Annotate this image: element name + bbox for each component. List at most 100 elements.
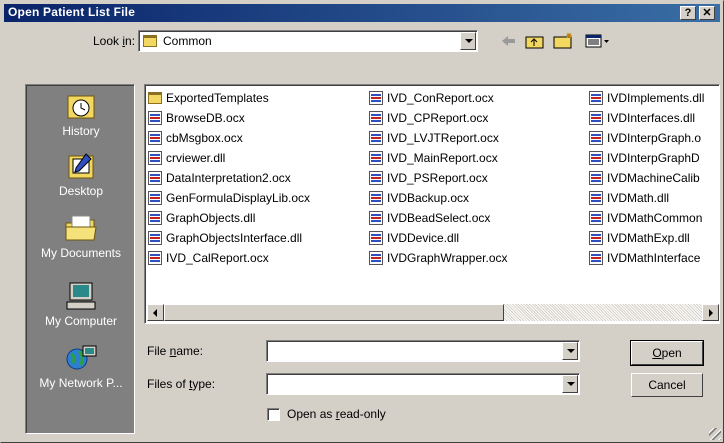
place-desktop[interactable]: Desktop (26, 151, 136, 198)
lookin-label: Look in: (93, 34, 136, 48)
list-item[interactable]: IVDDevice.dll (369, 228, 508, 248)
places-bar: History Desktop My Documents My Computer… (25, 84, 135, 434)
file-icon (589, 251, 603, 265)
list-item[interactable]: IVD_PSReport.ocx (369, 168, 508, 188)
file-icon (589, 131, 603, 145)
file-icon (369, 151, 383, 165)
cancel-button[interactable]: Cancel (631, 373, 703, 397)
file-icon (148, 251, 162, 265)
place-history-label: History (62, 124, 100, 138)
desktop-icon (64, 151, 98, 181)
list-item[interactable]: IVDMath.dll (589, 188, 717, 208)
horizontal-scrollbar[interactable] (147, 304, 719, 321)
list-item[interactable]: cbMsgbox.ocx (148, 128, 310, 148)
new-folder-icon[interactable] (553, 32, 575, 49)
file-icon (369, 111, 383, 125)
file-icon (369, 231, 383, 245)
file-icon (369, 251, 383, 265)
open-button[interactable]: Open (630, 340, 704, 366)
file-icon (148, 151, 162, 165)
place-my-computer[interactable]: My Computer (26, 281, 136, 328)
open-file-dialog: Open Patient List File ? ✕ Look in: Comm… (0, 0, 724, 443)
place-my-documents[interactable]: My Documents (26, 213, 136, 260)
lookin-value: Common (163, 34, 212, 48)
file-icon (589, 111, 603, 125)
file-icon (148, 211, 162, 225)
history-icon (64, 91, 98, 121)
list-item[interactable]: IVDGraphWrapper.ocx (369, 248, 508, 268)
list-item[interactable]: BrowseDB.ocx (148, 108, 310, 128)
list-item[interactable]: IVD_LVJTReport.ocx (369, 128, 508, 148)
help-button[interactable]: ? (680, 6, 696, 20)
place-my-documents-label: My Documents (40, 246, 122, 260)
list-item[interactable]: IVDBeadSelect.ocx (369, 208, 508, 228)
filename-combo[interactable] (266, 340, 580, 362)
file-icon (369, 91, 383, 105)
filetype-combo[interactable] (266, 373, 580, 395)
file-icon (369, 171, 383, 185)
list-item[interactable]: GraphObjectsInterface.dll (148, 228, 310, 248)
back-arrow-icon[interactable] (499, 33, 517, 49)
file-icon (589, 211, 603, 225)
view-menu-icon[interactable] (585, 33, 611, 49)
my-documents-icon (64, 213, 98, 243)
list-item[interactable]: IVDInterpGraphD (589, 148, 717, 168)
lookin-combo[interactable]: Common (138, 30, 478, 52)
place-my-computer-label: My Computer (44, 314, 118, 328)
file-icon (369, 131, 383, 145)
my-computer-icon (64, 281, 98, 311)
list-item[interactable]: IVD_CPReport.ocx (369, 108, 508, 128)
file-column-1: ExportedTemplates BrowseDB.ocx cbMsgbox.… (148, 88, 310, 268)
file-column-2: IVD_ConReport.ocx IVD_CPReport.ocx IVD_L… (369, 88, 508, 268)
list-item[interactable]: IVDMathInterface (589, 248, 717, 268)
list-item[interactable]: IVDMathExp.dll (589, 228, 717, 248)
file-icon (148, 231, 162, 245)
window-title: Open Patient List File (8, 5, 136, 19)
place-network[interactable]: My Network P... (26, 343, 136, 390)
readonly-label[interactable]: Open as read-only (287, 407, 386, 421)
file-icon (589, 191, 603, 205)
filetype-dropdown-arrow[interactable] (562, 375, 578, 393)
list-item[interactable]: IVD_ConReport.ocx (369, 88, 508, 108)
list-item[interactable]: DataInterpretation2.ocx (148, 168, 310, 188)
list-item[interactable]: GenFormulaDisplayLib.ocx (148, 188, 310, 208)
place-network-label: My Network P... (39, 376, 123, 390)
list-item[interactable]: IVDImplements.dll (589, 88, 717, 108)
file-icon (589, 231, 603, 245)
file-icon (369, 191, 383, 205)
lookin-dropdown-arrow[interactable] (460, 32, 476, 50)
filetype-label: Files of type: (147, 377, 216, 391)
file-icon (148, 111, 162, 125)
scroll-right-button[interactable] (702, 304, 719, 321)
network-places-icon (64, 343, 98, 373)
filename-label: File name: (147, 344, 204, 358)
scroll-thumb[interactable] (164, 304, 504, 321)
list-item[interactable]: IVDInterpGraph.o (589, 128, 717, 148)
list-item[interactable]: IVDMathCommon (589, 208, 717, 228)
place-desktop-label: Desktop (58, 184, 104, 198)
list-item[interactable]: GraphObjects.dll (148, 208, 310, 228)
folder-icon (148, 92, 162, 104)
list-item[interactable]: IVD_MainReport.ocx (369, 148, 508, 168)
list-item[interactable]: IVD_CalReport.ocx (148, 248, 310, 268)
file-column-3: IVDImplements.dll IVDInterfaces.dll IVDI… (589, 88, 717, 268)
up-folder-icon[interactable] (525, 33, 545, 49)
list-item[interactable]: IVDMachineCalib (589, 168, 717, 188)
file-list[interactable]: ExportedTemplates BrowseDB.ocx cbMsgbox.… (144, 84, 720, 324)
list-item[interactable]: IVDInterfaces.dll (589, 108, 717, 128)
list-item[interactable]: IVDBackup.ocx (369, 188, 508, 208)
scroll-left-button[interactable] (147, 304, 164, 321)
folder-icon (143, 35, 157, 47)
close-button[interactable]: ✕ (699, 6, 715, 20)
readonly-checkbox[interactable] (267, 408, 280, 421)
file-icon (369, 211, 383, 225)
file-icon (148, 131, 162, 145)
title-bar[interactable]: Open Patient List File ? ✕ (4, 4, 720, 22)
resize-grip[interactable] (709, 428, 721, 440)
file-icon (148, 171, 162, 185)
list-item[interactable]: ExportedTemplates (148, 88, 310, 108)
list-item[interactable]: crviewer.dll (148, 148, 310, 168)
filename-dropdown-arrow[interactable] (562, 342, 578, 360)
place-history[interactable]: History (26, 91, 136, 138)
file-icon (589, 171, 603, 185)
